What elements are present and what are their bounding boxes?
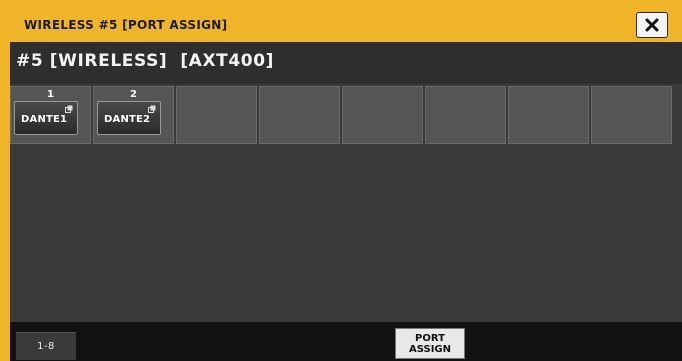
- title-bar: WIRELESS #5 [PORT ASSIGN]: [10, 12, 670, 40]
- port-slot-4[interactable]: [259, 86, 340, 144]
- tab-port-assign-line1: PORT: [415, 332, 445, 344]
- port-button-dante2[interactable]: DANTE2: [97, 101, 161, 135]
- port-assign-window: WIRELESS #5 [PORT ASSIGN] #5 [WIRELESS] …: [0, 0, 682, 361]
- main-panel: #5 [WIRELESS] [AXT400] 1 DANTE1 2 DANTE2: [10, 42, 682, 361]
- slot-number: 2: [130, 89, 137, 100]
- tab-port-assign[interactable]: PORT ASSIGN: [395, 328, 465, 359]
- channel-header: #5 [WIRELESS] [AXT400]: [10, 42, 682, 84]
- close-icon: [645, 18, 659, 32]
- popup-icon: [65, 105, 73, 113]
- tab-range-1-8[interactable]: 1-8: [16, 332, 76, 360]
- tab-port-assign-line2: ASSIGN: [409, 343, 451, 355]
- port-slot-2[interactable]: 2 DANTE2: [93, 86, 174, 144]
- port-slot-6[interactable]: [425, 86, 506, 144]
- port-slot-5[interactable]: [342, 86, 423, 144]
- port-slot-1[interactable]: 1 DANTE1: [10, 86, 91, 144]
- slot-number: 1: [47, 89, 54, 100]
- port-slot-7[interactable]: [508, 86, 589, 144]
- popup-icon: [148, 105, 156, 113]
- footer-bar: 1-8 PORT ASSIGN: [10, 322, 682, 361]
- port-button-dante1[interactable]: DANTE1: [14, 101, 78, 135]
- port-slots: 1 DANTE1 2 DANTE2: [10, 86, 682, 144]
- port-label: DANTE1: [21, 114, 68, 125]
- port-slot-3[interactable]: [176, 86, 257, 144]
- port-slot-8[interactable]: [591, 86, 672, 144]
- window-title: WIRELESS #5 [PORT ASSIGN]: [24, 18, 228, 32]
- close-button[interactable]: [636, 12, 668, 38]
- port-label: DANTE2: [104, 114, 151, 125]
- channel-title: #5 [WIRELESS] [AXT400]: [16, 51, 275, 71]
